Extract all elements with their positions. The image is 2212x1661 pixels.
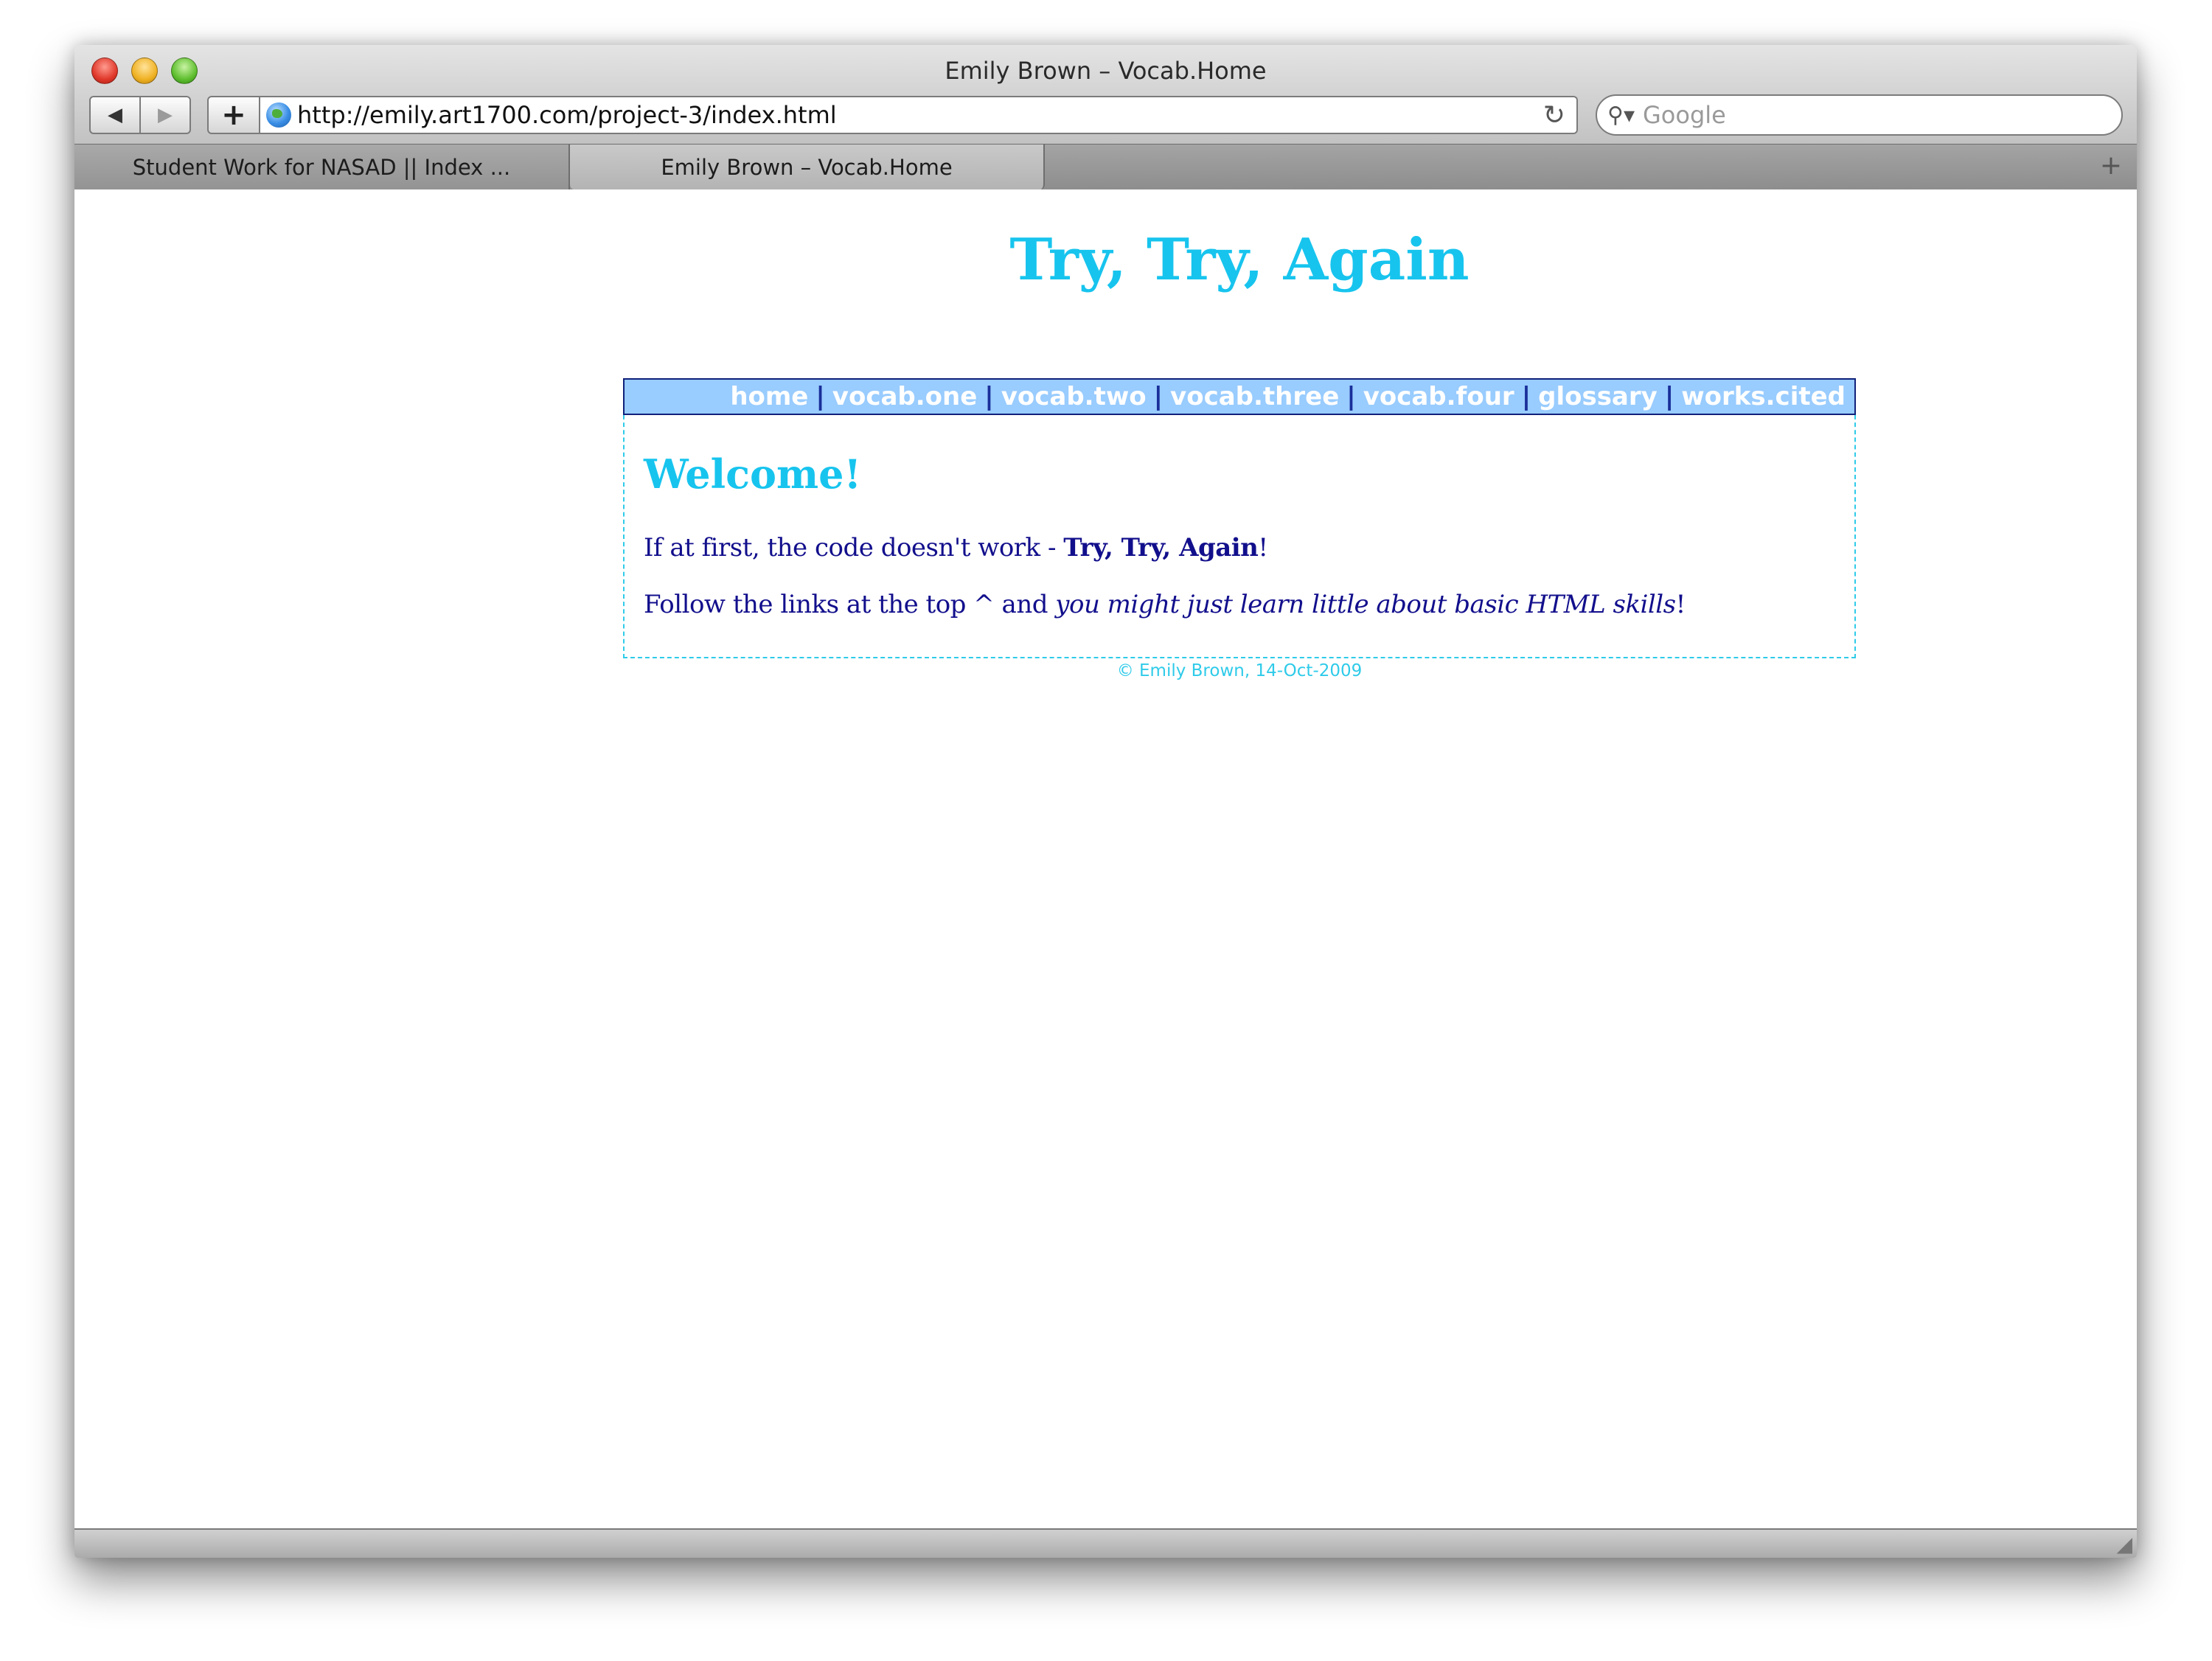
nav-link-works-cited[interactable]: works.cited [1681,382,1846,411]
nav-link-vocab-two[interactable]: vocab.two [1001,382,1147,411]
back-forward-group: ◀ ▶ [89,96,191,134]
site-nav: home | vocab.one | vocab.two | vocab.thr… [623,378,1856,415]
follow-text: Follow the links at the top ^ and [644,590,1056,619]
follow-paragraph: Follow the links at the top ^ and you mi… [644,590,1686,619]
window-title: Emily Brown – Vocab.Home [945,57,1267,85]
intro-end: ! [1258,533,1268,563]
page-content: Try, Try, Again home | vocab.one | vocab… [74,189,2137,1531]
follow-end: ! [1675,590,1686,619]
nav-separator: | [1664,382,1674,411]
resize-grip-icon[interactable]: ◢ [2116,1532,2132,1556]
nav-link-vocab-four[interactable]: vocab.four [1363,382,1514,411]
nav-separator: | [1346,382,1356,411]
browser-window: Emily Brown – Vocab.Home ◀ ▶ + http://em… [74,45,2137,1558]
page-title: Try, Try, Again [1009,226,1470,293]
search-input[interactable] [1641,100,2121,130]
address-bar[interactable]: http://emily.art1700.com/project-3/index… [260,96,1578,134]
intro-bold: Try, Try, Again [1063,533,1259,563]
content-panel: Welcome! If at first, the code doesn't w… [623,415,1856,658]
add-bookmark-button[interactable]: + [207,96,260,134]
intro-text: If at first, the code doesn't work - [644,533,1064,563]
nav-link-vocab-three[interactable]: vocab.three [1170,382,1339,411]
tab-bar: Student Work for NASAD || Index ... Emil… [74,144,2137,190]
tab-student-work[interactable]: Student Work for NASAD || Index ... [74,144,570,190]
nav-separator: | [1153,382,1164,411]
nav-link-vocab-one[interactable]: vocab.one [832,382,978,411]
search-field[interactable]: ⚲▾ [1596,94,2123,136]
reload-icon[interactable]: ↻ [1540,100,1569,130]
back-button[interactable]: ◀ [91,97,141,133]
welcome-heading: Welcome! [644,450,862,498]
nav-separator: | [984,382,994,411]
nav-separator: | [815,382,825,411]
nav-separator: | [1521,382,1531,411]
new-tab-button[interactable]: + [2100,150,2122,181]
search-icon[interactable]: ⚲▾ [1607,102,1641,128]
nav-link-home[interactable]: home [730,382,808,411]
url-text[interactable]: http://emily.art1700.com/project-3/index… [297,101,1540,129]
globe-icon [266,102,291,128]
nav-link-glossary[interactable]: glossary [1538,382,1658,411]
intro-paragraph: If at first, the code doesn't work - Try… [644,533,1268,563]
tab-vocab-home[interactable]: Emily Brown – Vocab.Home [570,144,1045,190]
forward-button[interactable]: ▶ [141,97,189,133]
follow-italic: you might just learn little about basic … [1055,590,1676,619]
toolbar: Emily Brown – Vocab.Home ◀ ▶ + http://em… [74,45,2137,190]
copyright-footer: © Emily Brown, 14-Oct-2009 [1116,661,1363,680]
status-bar: ◢ [74,1528,2137,1558]
